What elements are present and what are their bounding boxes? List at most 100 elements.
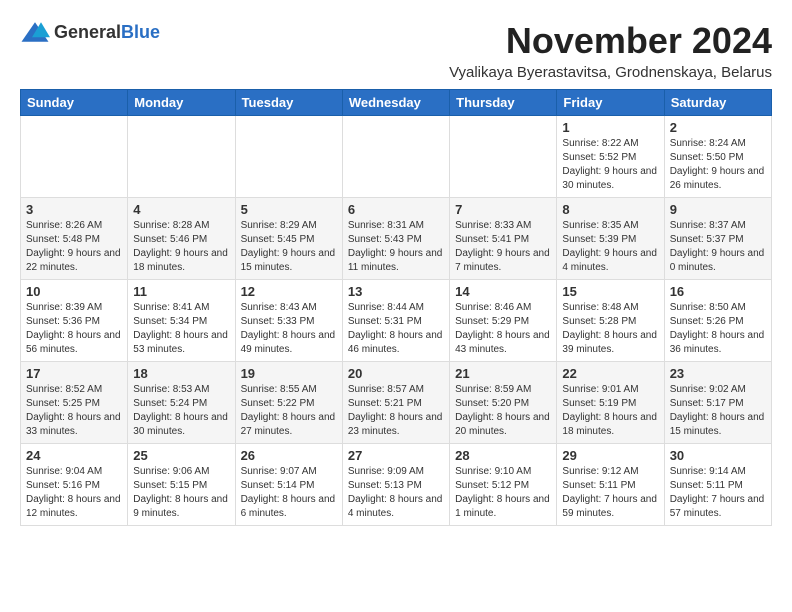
- sunrise-label: Sunrise: 8:26 AM: [26, 220, 102, 231]
- sunrise-label: Sunrise: 8:43 AM: [241, 302, 317, 313]
- cell-content: Sunrise: 8:33 AM Sunset: 5:41 PM Dayligh…: [455, 219, 551, 275]
- calendar-cell: [128, 116, 235, 198]
- cell-content: Sunrise: 8:22 AM Sunset: 5:52 PM Dayligh…: [562, 137, 658, 193]
- cell-content: Sunrise: 9:14 AM Sunset: 5:11 PM Dayligh…: [670, 465, 766, 521]
- sunset-label: Sunset: 5:52 PM: [562, 152, 636, 163]
- sunset-label: Sunset: 5:22 PM: [241, 398, 315, 409]
- day-number: 7: [455, 202, 551, 217]
- sunrise-label: Sunrise: 9:10 AM: [455, 466, 531, 477]
- cell-content: Sunrise: 8:31 AM Sunset: 5:43 PM Dayligh…: [348, 219, 444, 275]
- day-number: 30: [670, 448, 766, 463]
- calendar-table: SundayMondayTuesdayWednesdayThursdayFrid…: [20, 89, 772, 526]
- calendar-cell: 30 Sunrise: 9:14 AM Sunset: 5:11 PM Dayl…: [664, 444, 771, 526]
- calendar-cell: 25 Sunrise: 9:06 AM Sunset: 5:15 PM Dayl…: [128, 444, 235, 526]
- sunset-label: Sunset: 5:11 PM: [670, 480, 743, 491]
- calendar-cell: 28 Sunrise: 9:10 AM Sunset: 5:12 PM Dayl…: [450, 444, 557, 526]
- daylight-label: Daylight: 8 hours and 23 minutes.: [348, 412, 443, 437]
- cell-content: Sunrise: 9:09 AM Sunset: 5:13 PM Dayligh…: [348, 465, 444, 521]
- day-number: 2: [670, 120, 766, 135]
- cell-content: Sunrise: 9:12 AM Sunset: 5:11 PM Dayligh…: [562, 465, 658, 521]
- page-header: GeneralBlue November 2024 Vyalikaya Byer…: [20, 20, 772, 81]
- calendar-cell: 15 Sunrise: 8:48 AM Sunset: 5:28 PM Dayl…: [557, 280, 664, 362]
- daylight-label: Daylight: 8 hours and 39 minutes.: [562, 330, 657, 355]
- day-number: 20: [348, 366, 444, 381]
- sunset-label: Sunset: 5:45 PM: [241, 234, 315, 245]
- sunrise-label: Sunrise: 8:50 AM: [670, 302, 746, 313]
- calendar-week-row: 1 Sunrise: 8:22 AM Sunset: 5:52 PM Dayli…: [21, 116, 772, 198]
- sunrise-label: Sunrise: 9:04 AM: [26, 466, 102, 477]
- day-number: 26: [241, 448, 337, 463]
- day-number: 1: [562, 120, 658, 135]
- sunset-label: Sunset: 5:20 PM: [455, 398, 529, 409]
- daylight-label: Daylight: 8 hours and 20 minutes.: [455, 412, 550, 437]
- cell-content: Sunrise: 9:01 AM Sunset: 5:19 PM Dayligh…: [562, 383, 658, 439]
- sunrise-label: Sunrise: 8:46 AM: [455, 302, 531, 313]
- sunset-label: Sunset: 5:39 PM: [562, 234, 636, 245]
- sunrise-label: Sunrise: 9:06 AM: [133, 466, 209, 477]
- calendar-cell: 18 Sunrise: 8:53 AM Sunset: 5:24 PM Dayl…: [128, 362, 235, 444]
- sunrise-label: Sunrise: 8:31 AM: [348, 220, 424, 231]
- sunrise-label: Sunrise: 8:35 AM: [562, 220, 638, 231]
- daylight-label: Daylight: 9 hours and 30 minutes.: [562, 166, 657, 191]
- day-number: 29: [562, 448, 658, 463]
- cell-content: Sunrise: 9:02 AM Sunset: 5:17 PM Dayligh…: [670, 383, 766, 439]
- daylight-label: Daylight: 9 hours and 4 minutes.: [562, 248, 657, 273]
- cell-content: Sunrise: 8:41 AM Sunset: 5:34 PM Dayligh…: [133, 301, 229, 357]
- sunset-label: Sunset: 5:31 PM: [348, 316, 422, 327]
- sunset-label: Sunset: 5:16 PM: [26, 480, 100, 491]
- sunset-label: Sunset: 5:48 PM: [26, 234, 100, 245]
- daylight-label: Daylight: 8 hours and 15 minutes.: [670, 412, 765, 437]
- daylight-label: Daylight: 8 hours and 56 minutes.: [26, 330, 121, 355]
- daylight-label: Daylight: 8 hours and 36 minutes.: [670, 330, 765, 355]
- sunrise-label: Sunrise: 8:33 AM: [455, 220, 531, 231]
- day-number: 21: [455, 366, 551, 381]
- logo-blue: Blue: [121, 22, 160, 42]
- calendar-week-row: 10 Sunrise: 8:39 AM Sunset: 5:36 PM Dayl…: [21, 280, 772, 362]
- day-number: 19: [241, 366, 337, 381]
- logo-icon: [20, 20, 50, 44]
- daylight-label: Daylight: 8 hours and 6 minutes.: [241, 494, 336, 519]
- calendar-cell: 11 Sunrise: 8:41 AM Sunset: 5:34 PM Dayl…: [128, 280, 235, 362]
- calendar-header-row: SundayMondayTuesdayWednesdayThursdayFrid…: [21, 90, 772, 116]
- sunset-label: Sunset: 5:50 PM: [670, 152, 744, 163]
- cell-content: Sunrise: 8:39 AM Sunset: 5:36 PM Dayligh…: [26, 301, 122, 357]
- cell-content: Sunrise: 8:37 AM Sunset: 5:37 PM Dayligh…: [670, 219, 766, 275]
- sunrise-label: Sunrise: 9:07 AM: [241, 466, 317, 477]
- daylight-label: Daylight: 8 hours and 49 minutes.: [241, 330, 336, 355]
- day-number: 12: [241, 284, 337, 299]
- cell-content: Sunrise: 8:43 AM Sunset: 5:33 PM Dayligh…: [241, 301, 337, 357]
- cell-content: Sunrise: 8:52 AM Sunset: 5:25 PM Dayligh…: [26, 383, 122, 439]
- sunrise-label: Sunrise: 8:28 AM: [133, 220, 209, 231]
- day-number: 6: [348, 202, 444, 217]
- sunset-label: Sunset: 5:14 PM: [241, 480, 315, 491]
- daylight-label: Daylight: 8 hours and 12 minutes.: [26, 494, 121, 519]
- sunrise-label: Sunrise: 9:14 AM: [670, 466, 746, 477]
- sunset-label: Sunset: 5:28 PM: [562, 316, 636, 327]
- day-number: 4: [133, 202, 229, 217]
- day-number: 10: [26, 284, 122, 299]
- weekday-header: Thursday: [450, 90, 557, 116]
- sunset-label: Sunset: 5:41 PM: [455, 234, 529, 245]
- sunset-label: Sunset: 5:25 PM: [26, 398, 100, 409]
- cell-content: Sunrise: 8:57 AM Sunset: 5:21 PM Dayligh…: [348, 383, 444, 439]
- daylight-label: Daylight: 8 hours and 43 minutes.: [455, 330, 550, 355]
- sunrise-label: Sunrise: 8:24 AM: [670, 138, 746, 149]
- day-number: 22: [562, 366, 658, 381]
- sunset-label: Sunset: 5:19 PM: [562, 398, 636, 409]
- cell-content: Sunrise: 8:35 AM Sunset: 5:39 PM Dayligh…: [562, 219, 658, 275]
- daylight-label: Daylight: 8 hours and 9 minutes.: [133, 494, 228, 519]
- daylight-label: Daylight: 7 hours and 57 minutes.: [670, 494, 765, 519]
- cell-content: Sunrise: 8:44 AM Sunset: 5:31 PM Dayligh…: [348, 301, 444, 357]
- day-number: 9: [670, 202, 766, 217]
- cell-content: Sunrise: 8:29 AM Sunset: 5:45 PM Dayligh…: [241, 219, 337, 275]
- weekday-header: Tuesday: [235, 90, 342, 116]
- daylight-label: Daylight: 8 hours and 4 minutes.: [348, 494, 443, 519]
- calendar-cell: [450, 116, 557, 198]
- day-number: 14: [455, 284, 551, 299]
- cell-content: Sunrise: 8:48 AM Sunset: 5:28 PM Dayligh…: [562, 301, 658, 357]
- daylight-label: Daylight: 8 hours and 53 minutes.: [133, 330, 228, 355]
- weekday-header: Monday: [128, 90, 235, 116]
- calendar-cell: 5 Sunrise: 8:29 AM Sunset: 5:45 PM Dayli…: [235, 198, 342, 280]
- day-number: 17: [26, 366, 122, 381]
- sunrise-label: Sunrise: 8:53 AM: [133, 384, 209, 395]
